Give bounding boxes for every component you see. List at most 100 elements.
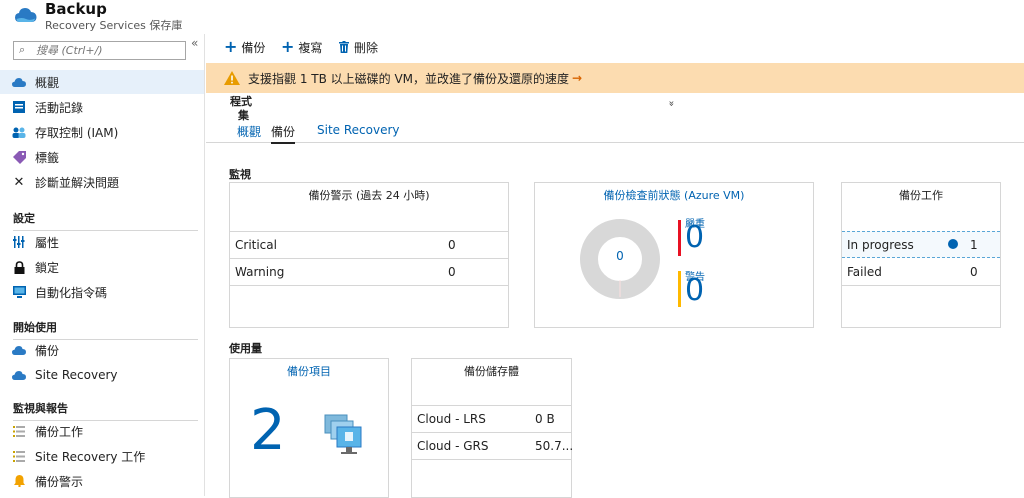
precheck-status-card[interactable]: 備份檢查前狀態 (Azure VM) 0 嚴重 0 警告 0 bbox=[534, 182, 814, 328]
tab-bar: 概觀 備份 Site Recovery bbox=[206, 121, 1024, 144]
card-title[interactable]: 備份檢查前狀態 (Azure VM) bbox=[535, 187, 813, 203]
row-value: 50.7... bbox=[535, 439, 574, 453]
tab-backup[interactable]: 備份 bbox=[271, 123, 296, 144]
sidebar-item-label: 自動化指令碼 bbox=[35, 285, 108, 300]
wrench-icon: ✕ bbox=[13, 174, 25, 190]
search-input[interactable] bbox=[36, 43, 181, 58]
card-title[interactable]: 備份項目 bbox=[230, 363, 388, 379]
row-value: 0 bbox=[448, 238, 456, 252]
cloud-icon bbox=[12, 368, 26, 382]
table-row[interactable]: Failed 0 bbox=[842, 259, 1000, 286]
table-row[interactable]: Cloud - GRS 50.7... bbox=[412, 432, 574, 460]
row-value: 1 bbox=[970, 237, 978, 252]
row-label: In progress bbox=[847, 237, 914, 252]
section-title-monitor: 監視 bbox=[229, 168, 251, 181]
sidebar: ⌕ « 概觀 活動記錄 存取控制 (IAM) 標籤 ✕ 診斷並解決問題 設定 bbox=[0, 34, 205, 496]
cloud-icon bbox=[12, 343, 26, 357]
backup-jobs-card[interactable]: 備份工作 In progress 1 Failed 0 bbox=[841, 182, 1001, 328]
properties-icon bbox=[12, 235, 26, 249]
sidebar-item-label: Site Recovery 工作 bbox=[35, 449, 146, 464]
backup-items-card[interactable]: 備份項目 2 bbox=[229, 358, 389, 498]
sidebar-item-backup-jobs[interactable]: 備份工作 bbox=[0, 419, 204, 443]
sidebar-item-backup-alerts[interactable]: 備份警示 bbox=[0, 469, 204, 493]
card-title: 備份儲存體 bbox=[464, 365, 519, 378]
notification-banner[interactable]: 支援指觀 1 TB 以上磁碟的 VM，並改進了備份及還原的速度 → bbox=[206, 63, 1024, 93]
plus-icon: + bbox=[224, 37, 238, 56]
sidebar-item-label: 存取控制 (IAM) bbox=[35, 125, 119, 140]
arrow-right-icon: → bbox=[572, 71, 583, 85]
recovery-vault-cloud-icon bbox=[15, 8, 37, 22]
activity-log-icon bbox=[12, 100, 26, 114]
replicate-button[interactable]: + 複寫 bbox=[281, 38, 322, 56]
warning-bar bbox=[678, 271, 681, 307]
command-bar: + 備份 + 複寫 刪除 bbox=[206, 34, 1024, 60]
sidebar-item-label: 診斷並解決問題 bbox=[35, 175, 120, 190]
list-icon bbox=[12, 449, 26, 463]
collapse-sidebar-icon[interactable]: « bbox=[191, 36, 198, 50]
donut-center-value: 0 bbox=[616, 249, 624, 263]
lock-icon bbox=[12, 260, 26, 274]
search-box[interactable]: ⌕ bbox=[13, 41, 186, 60]
table-row[interactable]: Critical 0 bbox=[230, 231, 508, 258]
page-subtitle: Recovery Services 保存庫 bbox=[45, 19, 183, 32]
in-progress-icon bbox=[948, 239, 958, 249]
sidebar-item-label: 備份警示 bbox=[35, 474, 84, 489]
row-label: Warning bbox=[235, 265, 285, 279]
sidebar-item-label: 備份工作 bbox=[35, 424, 84, 439]
backup-items-count: 2 bbox=[250, 398, 286, 463]
backup-storage-card[interactable]: 備份儲存體 Cloud - LRS 0 B Cloud - GRS 50.7..… bbox=[411, 358, 574, 498]
sidebar-item-tags[interactable]: 標籤 bbox=[0, 145, 204, 169]
table-row[interactable]: In progress 1 bbox=[842, 231, 1000, 258]
sidebar-item-label: 備份 bbox=[35, 343, 60, 358]
section-header-getting-started: 開始使用 bbox=[13, 319, 198, 340]
row-value: 0 bbox=[970, 265, 978, 279]
card-title: 備份工作 bbox=[899, 189, 943, 202]
section-header-settings: 設定 bbox=[13, 210, 198, 231]
list-icon bbox=[12, 424, 26, 438]
virtual-machines-icon bbox=[324, 414, 362, 454]
sidebar-item-label: 屬性 bbox=[35, 235, 60, 250]
section-title-usage: 使用量 bbox=[229, 342, 262, 355]
sidebar-item-site-recovery-jobs[interactable]: Site Recovery 工作 bbox=[0, 444, 204, 468]
search-icon: ⌕ bbox=[19, 43, 26, 56]
warning-icon bbox=[224, 71, 240, 85]
row-value: 0 bbox=[448, 265, 456, 279]
card-title: 備份警示 (過去 24 小時) bbox=[308, 189, 430, 202]
sidebar-item-iam[interactable]: 存取控制 (IAM) bbox=[0, 120, 204, 144]
sidebar-item-locks[interactable]: 鎖定 bbox=[0, 255, 204, 279]
backup-alerts-card[interactable]: 備份警示 (過去 24 小時) Critical 0 Warning 0 bbox=[229, 182, 509, 328]
plus-icon: + bbox=[281, 37, 295, 56]
warning-count[interactable]: 0 bbox=[685, 274, 704, 308]
sidebar-item-label: 標籤 bbox=[35, 150, 60, 165]
bell-icon bbox=[12, 474, 26, 488]
delete-button-label: 刪除 bbox=[354, 40, 379, 55]
people-icon bbox=[12, 125, 26, 139]
table-row[interactable]: Cloud - LRS 0 B bbox=[412, 405, 571, 432]
tab-overview[interactable]: 概觀 bbox=[237, 123, 261, 140]
row-value: 0 B bbox=[535, 412, 555, 426]
cloud-icon bbox=[12, 75, 26, 89]
critical-count[interactable]: 0 bbox=[685, 221, 704, 255]
replicate-button-label: 複寫 bbox=[298, 40, 323, 55]
script-icon bbox=[12, 285, 26, 299]
sidebar-item-diagnose[interactable]: ✕ 診斷並解決問題 bbox=[0, 170, 204, 194]
page-title: Backup bbox=[45, 0, 107, 18]
sidebar-item-automation-script[interactable]: 自動化指令碼 bbox=[0, 280, 204, 304]
tab-site-recovery[interactable]: Site Recovery bbox=[317, 123, 400, 137]
expand-chevron-icon[interactable]: » bbox=[666, 100, 677, 106]
sidebar-item-label: 鎖定 bbox=[35, 260, 60, 275]
sidebar-item-label: 概觀 bbox=[35, 75, 60, 90]
table-row[interactable]: Warning 0 bbox=[230, 258, 508, 286]
sidebar-item-site-recovery[interactable]: Site Recovery bbox=[0, 363, 204, 387]
sidebar-item-properties[interactable]: 屬性 bbox=[0, 230, 204, 254]
row-label: Cloud - LRS bbox=[417, 412, 486, 426]
backup-button[interactable]: + 備份 bbox=[224, 38, 265, 56]
critical-bar bbox=[678, 220, 681, 256]
section-header-monitoring: 監視與報告 bbox=[13, 400, 198, 421]
delete-button[interactable]: 刪除 bbox=[339, 38, 378, 56]
sidebar-item-activity-log[interactable]: 活動記錄 bbox=[0, 95, 204, 119]
sidebar-item-backup[interactable]: 備份 bbox=[0, 338, 204, 362]
trash-icon bbox=[339, 41, 349, 53]
row-label: Cloud - GRS bbox=[417, 439, 489, 453]
sidebar-item-overview[interactable]: 概觀 bbox=[0, 70, 204, 94]
